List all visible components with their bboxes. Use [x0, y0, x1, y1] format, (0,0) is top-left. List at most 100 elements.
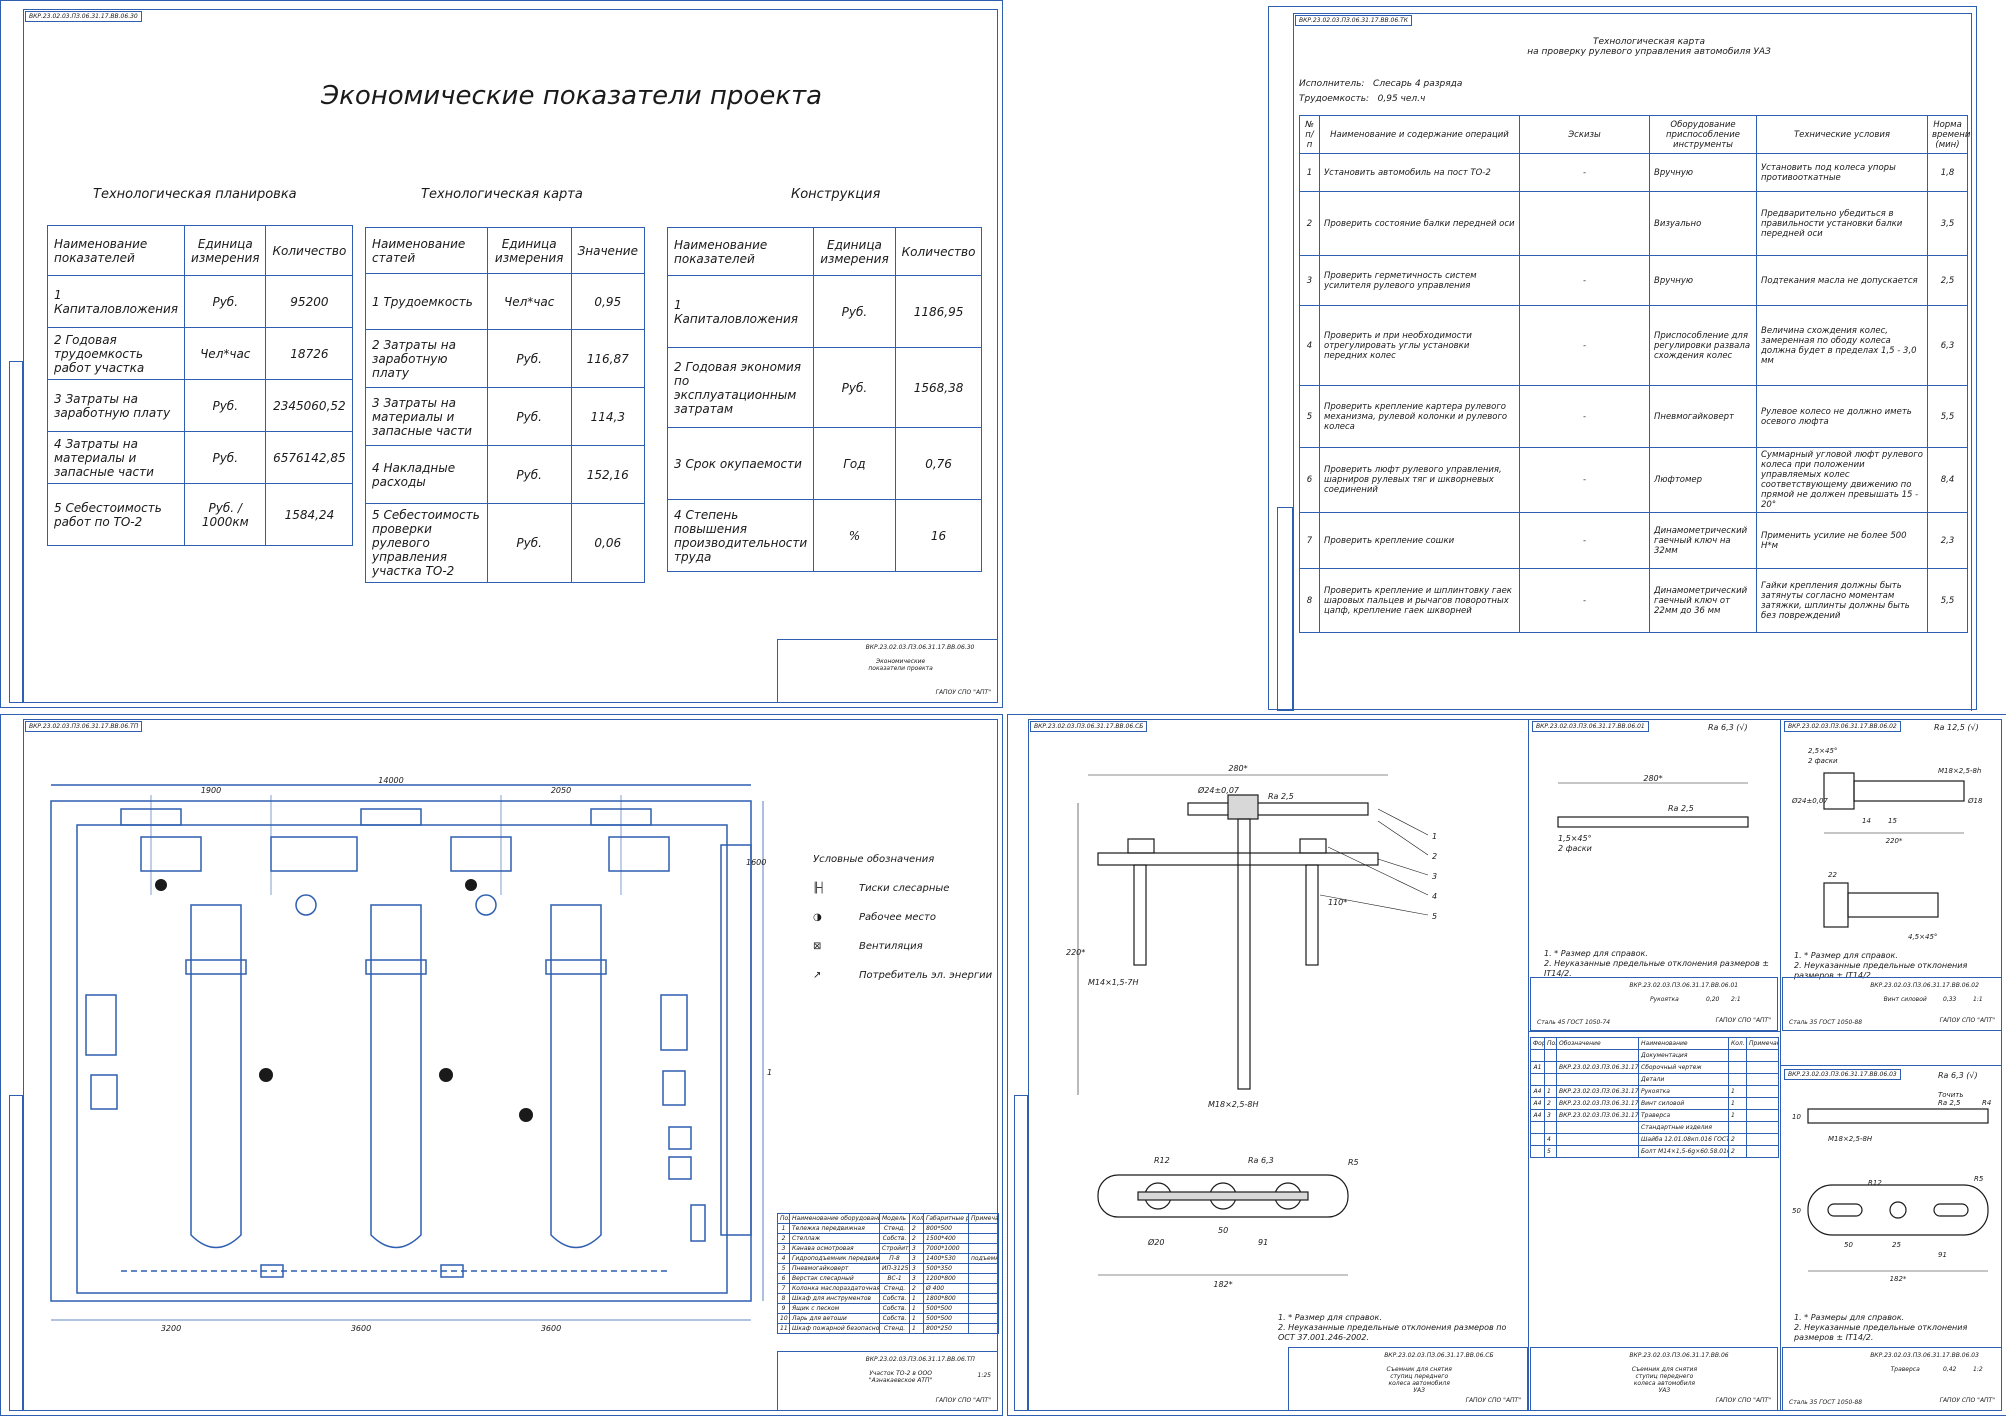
subsheet-divider: [1780, 1065, 2002, 1066]
table-cell: 2345060,52: [265, 379, 354, 432]
table-cell: [968, 1283, 999, 1294]
spec-row: А42ВКР.23.02.03.ПЗ.06.31.17.ВВ.06.02Винт…: [1530, 1097, 1779, 1110]
dim-l1: 110*: [1328, 898, 1347, 907]
table-cell: 3: [909, 1273, 924, 1284]
screw-head: [1823, 772, 1855, 810]
legend-item: ╟┤ Тиски слесарные: [813, 874, 992, 903]
table-cell: Предварительно убедиться в правильности …: [1756, 191, 1928, 256]
table-cell: Чел*час: [486, 273, 572, 330]
techcard-title: Технологическая карта на проверку рулево…: [1469, 37, 1829, 57]
equipment-row: 2 Стеллаж Собств. 2 1500*400: [777, 1233, 999, 1244]
table-cell: 18726: [265, 327, 354, 380]
sand-box: [668, 1126, 692, 1150]
inspection-pit: [370, 904, 422, 1249]
section-title-layout: Технологическая планировка: [93, 187, 297, 202]
title-block-name: Экономические показатели проекта: [868, 658, 933, 672]
table-cell: 1: [909, 1303, 924, 1314]
fire-cabinet: [690, 1204, 706, 1242]
dim-c: 22: [1828, 871, 1837, 879]
techcard-row: 3 Проверить герметичность систем усилител…: [1299, 255, 1968, 306]
table-cell: А4: [1530, 1085, 1545, 1098]
table-cell: 2: [909, 1233, 924, 1244]
table-cell: 6: [777, 1273, 790, 1284]
title-block-designation: ВКР.23.02.03.ПЗ.06.31.17.ВВ.06.02: [1870, 982, 1979, 989]
workplace-icon: ◑: [813, 912, 822, 923]
table-header: Наименование показателей: [666, 227, 815, 276]
table-cell: Установить автомобиль на пост ТО-2: [1319, 153, 1520, 192]
thread-label: М18×2,5-8Н: [1828, 1135, 1873, 1143]
table-cell: Руб.: [486, 387, 572, 446]
table-cell: Руб.: [184, 379, 267, 432]
dim-b2: 3600: [351, 1324, 371, 1333]
table-cell: А4: [1530, 1109, 1545, 1122]
table-cell: [1530, 1145, 1545, 1158]
title-block-designation: ВКР.23.02.03.ПЗ.06.31.17.ВВ.06.03: [1870, 1352, 1979, 1359]
table-cell: [968, 1243, 999, 1254]
table-techcard-indicators: Наименование статей Единица измерения Знач…: [365, 227, 646, 583]
dim-d1: 1900: [201, 786, 221, 795]
table-cell: Установить под колеса упоры противооткат…: [1756, 153, 1928, 192]
table-cell: Винт силовой: [1638, 1097, 1729, 1110]
screw-head-section: [1823, 882, 1849, 928]
table-cell: 7000*1000: [923, 1243, 969, 1254]
table-cell: 95200: [265, 275, 354, 328]
table-header: Наименование показателей: [46, 225, 186, 276]
title-block-scale: 2:1: [1731, 996, 1741, 1003]
sheet-code: ВКР.23.02.03.ПЗ.06.31.17.ВВ.06.СБ: [1030, 721, 1148, 732]
table-cell: Проверить крепление картера рулевого мех…: [1319, 385, 1520, 448]
title-block: ВКР.23.02.03.ПЗ.06.31.17.ВВ.06.02 Винт с…: [1782, 977, 2002, 1031]
col-header: Модель: [879, 1213, 910, 1224]
table-cell: Проверить состояние балки передней оси: [1319, 191, 1520, 256]
oil-column: [475, 894, 497, 916]
dim-height: 220*: [1066, 948, 1085, 957]
table-cell: Год: [813, 427, 896, 500]
position-number: 3: [1432, 872, 1437, 881]
table-cell: [1728, 1049, 1747, 1062]
table-cell: Болт М14×1,5-6g×60.58.016 ГОСТ 7808-70: [1638, 1145, 1729, 1158]
table-cell: 7: [1299, 512, 1320, 569]
title-block: ВКР.23.02.03.ПЗ.06.31.17.ВВ.06 Съемник д…: [1530, 1347, 1778, 1411]
table-cell: Подтекания масла не допускается: [1756, 255, 1928, 306]
table-cell: Приспособление для регулировки развала с…: [1649, 305, 1757, 386]
table-cell: Шкаф для инструментов: [789, 1293, 880, 1304]
table-cell: 4 Накладные расходы: [365, 445, 488, 504]
table-cell: 800*250: [923, 1323, 969, 1334]
table-cell: 1500*400: [923, 1233, 969, 1244]
table-cell: 152,16: [570, 445, 646, 504]
lift: [545, 959, 607, 975]
table-cell: А4: [1530, 1097, 1545, 1110]
table-cell: 4: [777, 1253, 790, 1264]
dim-gap: 50: [1218, 1226, 1228, 1235]
table-cell: 4 Затраты на материалы и запасные части: [46, 431, 186, 484]
table-cell: 2 Годовая экономия по эксплуатационным з…: [666, 347, 815, 428]
vise-icon: ╟┤: [813, 883, 826, 894]
inspection-pit: [550, 904, 602, 1249]
table-cell: 3: [909, 1243, 924, 1254]
nut: [1127, 838, 1155, 854]
bolt: [1133, 864, 1147, 966]
dim-r2: R5: [1974, 1175, 1984, 1183]
table-cell: Собств.: [879, 1293, 910, 1304]
table-cell: 9: [777, 1303, 790, 1314]
table-header: Значение: [570, 227, 646, 274]
equipment-row: 9 Ящик с песком Собств. 1 500*500: [777, 1303, 999, 1314]
table-cell: 500*500: [923, 1303, 969, 1314]
table-cell: [1544, 1121, 1557, 1134]
table-cell: 1568,38: [894, 347, 983, 428]
chamfer-note: 2 фаски: [1808, 757, 1838, 765]
table-cell: 3 Затраты на материалы и запасные части: [365, 387, 488, 446]
table-cell: Шайба 12.01.08кп.016 ГОСТ 11371-78: [1638, 1133, 1729, 1146]
table-cell: 11: [777, 1323, 790, 1334]
traverse-plan-view: [1807, 1184, 1989, 1236]
table-header: Наименование статей: [365, 227, 488, 274]
table-cell: Проверить люфт рулевого управления, шарн…: [1319, 447, 1520, 513]
table-cell: 1,8: [1927, 153, 1968, 192]
table-cell: Проверить крепление и шплинтовку гаек ша…: [1319, 568, 1520, 633]
col-header: Кол.: [1728, 1037, 1747, 1050]
legend: Условные обозначения ╟┤ Тиски слесарные ◑…: [813, 845, 992, 990]
col-header: Наименование: [1638, 1037, 1729, 1050]
dim-height: 10000: [767, 1068, 771, 1077]
left-sidebar-strip: [9, 361, 23, 703]
table-header: Единица измерения: [184, 225, 267, 276]
table-cell: %: [813, 499, 896, 572]
